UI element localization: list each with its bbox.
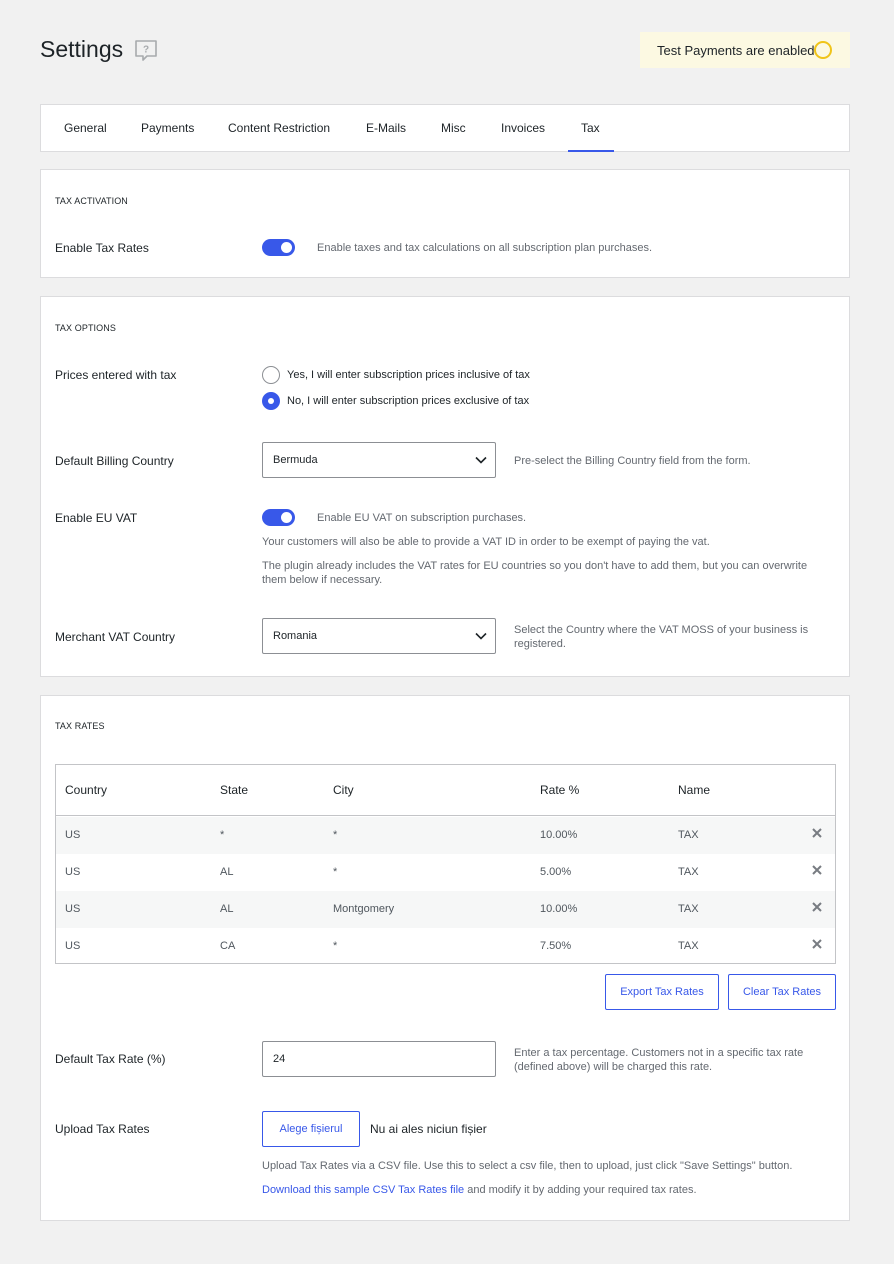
page-title: Settings [40,36,124,62]
cell-state: AL [220,903,234,915]
billing-country-select[interactable]: Bermuda [262,442,496,478]
delete-row-icon[interactable] [811,827,823,839]
enable-tax-rates-desc: Enable taxes and tax calculations on all… [317,242,653,254]
cell-city: * [333,940,338,952]
tax-rates-table: Country State City Rate % Name US * * 10… [55,764,836,964]
default-billing-country-label: Default Billing Country [55,454,174,468]
tab-tax[interactable]: Tax [568,105,614,152]
upload-desc: Upload Tax Rates via a CSV file. Use thi… [262,1160,793,1172]
tab-payments[interactable]: Payments [141,105,194,151]
cell-state: * [220,829,225,841]
enable-tax-rates-label: Enable Tax Rates [55,241,149,255]
tab-general[interactable]: General [64,105,107,151]
upload-tax-rates-label: Upload Tax Rates [55,1122,150,1136]
table-header: Country State City Rate % Name [56,765,835,816]
cell-city: * [333,829,338,841]
col-country: Country [65,783,108,797]
cell-name: TAX [678,903,699,915]
export-tax-rates-button[interactable]: Export Tax Rates [605,974,719,1010]
tax-rates-card: TAX RATES Country State City Rate % Name… [40,695,850,1221]
cell-rate: 10.00% [540,903,578,915]
settings-tabs: General Payments Content Restriction E-M… [40,104,850,152]
cell-country: US [65,940,81,952]
default-tax-rate-label: Default Tax Rate (%) [55,1052,166,1066]
col-state: State [220,783,249,797]
choose-file-button[interactable]: Alege fișierul [262,1111,360,1147]
billing-country-desc: Pre-select the Billing Country field fro… [514,455,751,467]
eu-vat-note-rates: The plugin already includes the VAT rate… [262,560,808,586]
delete-row-icon[interactable] [811,938,823,950]
col-name: Name [678,783,711,797]
sample-file-line: Download this sample CSV Tax Rates file … [262,1183,842,1197]
cell-country: US [65,903,81,915]
prices-entered-label: Prices entered with tax [55,368,177,382]
billing-country-value: Bermuda [273,454,318,466]
tax-rates-title: TAX RATES [55,721,105,731]
prices-exclusive-label[interactable]: No, I will enter subscription prices exc… [287,395,529,407]
help-icon[interactable]: ? [134,39,158,63]
file-status-text: Nu ai ales niciun fișier [370,1122,487,1136]
tab-content-restriction[interactable]: Content Restriction [228,105,330,151]
cell-state: AL [220,866,234,878]
default-tax-rate-input[interactable] [262,1041,496,1077]
merchant-country-value: Romania [273,630,318,642]
default-tax-rate-desc: Enter a tax percentage. Customers not in… [514,1047,804,1073]
table-row: US * * 10.00% TAX [56,817,835,854]
chevron-down-icon [475,632,487,640]
cell-rate: 7.50% [540,940,572,952]
enable-eu-vat-label: Enable EU VAT [55,511,138,525]
eu-vat-note-id: Your customers will also be able to prov… [262,536,710,548]
prices-inclusive-label[interactable]: Yes, I will enter subscription prices in… [287,369,530,381]
tax-activation-title: TAX ACTIVATION [55,196,128,206]
status-ring-icon [814,41,832,59]
test-payments-text: Test Payments are enabled [657,42,815,58]
cell-rate: 10.00% [540,829,578,841]
cell-state: CA [220,940,236,952]
table-row: US CA * 7.50% TAX [56,928,835,965]
download-sample-link[interactable]: Download this sample CSV Tax Rates file [262,1184,464,1196]
enable-tax-rates-toggle[interactable] [262,239,295,256]
prices-exclusive-radio[interactable] [262,392,280,410]
cell-city: * [333,866,338,878]
clear-tax-rates-button[interactable]: Clear Tax Rates [728,974,836,1010]
delete-row-icon[interactable] [811,864,823,876]
tab-invoices[interactable]: Invoices [501,105,545,151]
prices-inclusive-radio[interactable] [262,366,280,384]
chevron-down-icon [475,456,487,464]
tab-misc[interactable]: Misc [441,105,466,151]
tab-emails[interactable]: E-Mails [366,105,406,151]
enable-eu-vat-toggle[interactable] [262,509,295,526]
enable-eu-vat-desc: Enable EU VAT on subscription purchases. [317,512,527,524]
cell-name: TAX [678,866,699,878]
tax-options-title: TAX OPTIONS [55,323,116,333]
table-row: US AL Montgomery 10.00% TAX [56,891,835,928]
svg-text:?: ? [143,45,149,56]
sample-suffix-text: and modify it by adding your required ta… [464,1184,697,1196]
tax-activation-card: TAX ACTIVATION Enable Tax Rates Enable t… [40,169,850,278]
merchant-country-desc: Select the Country where the VAT MOSS of… [514,624,809,650]
cell-city: Montgomery [333,903,395,915]
merchant-country-select[interactable]: Romania [262,618,496,654]
merchant-vat-country-label: Merchant VAT Country [55,630,176,644]
cell-rate: 5.00% [540,866,572,878]
tax-options-card: TAX OPTIONS Prices entered with tax Yes,… [40,296,850,677]
cell-country: US [65,866,81,878]
cell-country: US [65,829,81,841]
delete-row-icon[interactable] [811,901,823,913]
table-row: US AL * 5.00% TAX [56,854,835,891]
col-city: City [333,783,354,797]
cell-name: TAX [678,940,699,952]
test-payments-notice: Test Payments are enabled [640,32,850,68]
col-rate: Rate % [540,783,580,797]
cell-name: TAX [678,829,699,841]
